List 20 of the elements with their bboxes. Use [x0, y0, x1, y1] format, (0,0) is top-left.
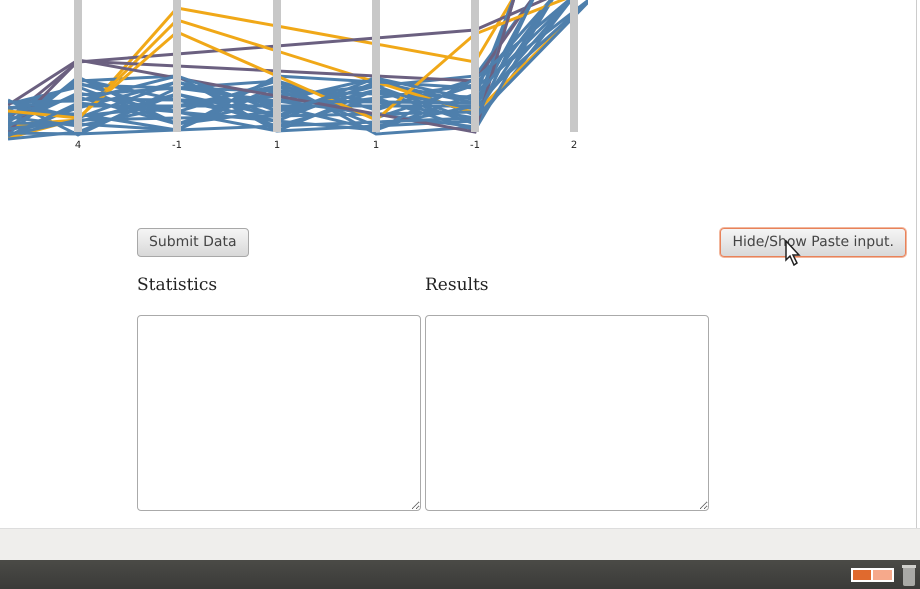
axis-bar[interactable]: [372, 0, 380, 132]
axis-label: -1: [172, 140, 182, 151]
axis-label: 2: [570, 140, 578, 151]
push-button[interactable]: Submit Data: [137, 228, 249, 257]
axis-bar[interactable]: [273, 0, 281, 132]
axis-label: 4: [74, 140, 82, 151]
axis-bar[interactable]: [570, 0, 578, 132]
trash-icon[interactable]: [902, 564, 916, 586]
axis-label: 1: [372, 140, 380, 151]
axis-label: 1: [274, 140, 280, 151]
text-area[interactable]: [425, 315, 709, 512]
push-button[interactable]: Hide/Show Paste input.: [720, 228, 906, 257]
section-heading: Results: [425, 275, 490, 296]
workspace-switcher-icon[interactable]: [851, 568, 894, 582]
axis-bar[interactable]: [74, 0, 82, 132]
axis-bar[interactable]: [471, 0, 479, 132]
text-area[interactable]: [137, 315, 421, 512]
axis-label: -1: [470, 140, 480, 151]
section-heading: Statistics: [137, 275, 218, 296]
axis-bar[interactable]: [173, 0, 181, 132]
